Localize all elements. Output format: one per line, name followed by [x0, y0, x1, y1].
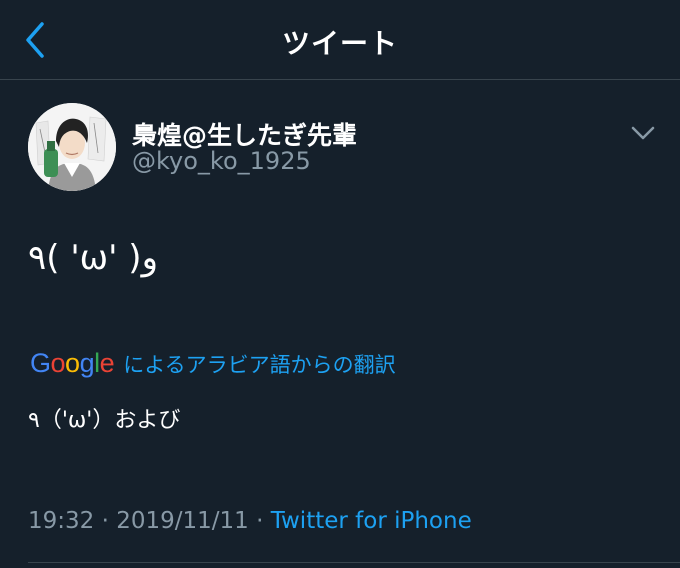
tweet-text: ٩( 'ω' )و: [28, 238, 158, 278]
meta-separator: ·: [256, 508, 264, 534]
meta-separator: ·: [101, 508, 109, 534]
tweet-source-link[interactable]: Twitter for iPhone: [271, 508, 472, 534]
google-logo: Google: [30, 348, 115, 378]
user-handle[interactable]: @kyo_ko_1925: [132, 147, 311, 175]
divider: [28, 562, 680, 563]
avatar[interactable]: [28, 103, 116, 191]
tweet-time: 19:32: [28, 508, 95, 534]
tweet-date: 2019/11/11: [116, 508, 249, 534]
tweet-metadata: 19:32 · 2019/11/11 · Twitter for iPhone: [28, 508, 472, 534]
chevron-down-icon: [631, 126, 655, 140]
header-bar: ツイート: [0, 0, 680, 80]
more-options-button[interactable]: [628, 122, 658, 144]
avatar-image: [28, 103, 116, 191]
page-title: ツイート: [281, 27, 398, 60]
translation-label: によるアラビア語からの翻訳: [123, 352, 396, 377]
translated-text: ٩（'ω'）および: [28, 408, 181, 433]
translation-attribution[interactable]: Google によるアラビア語からの翻訳: [30, 348, 396, 380]
